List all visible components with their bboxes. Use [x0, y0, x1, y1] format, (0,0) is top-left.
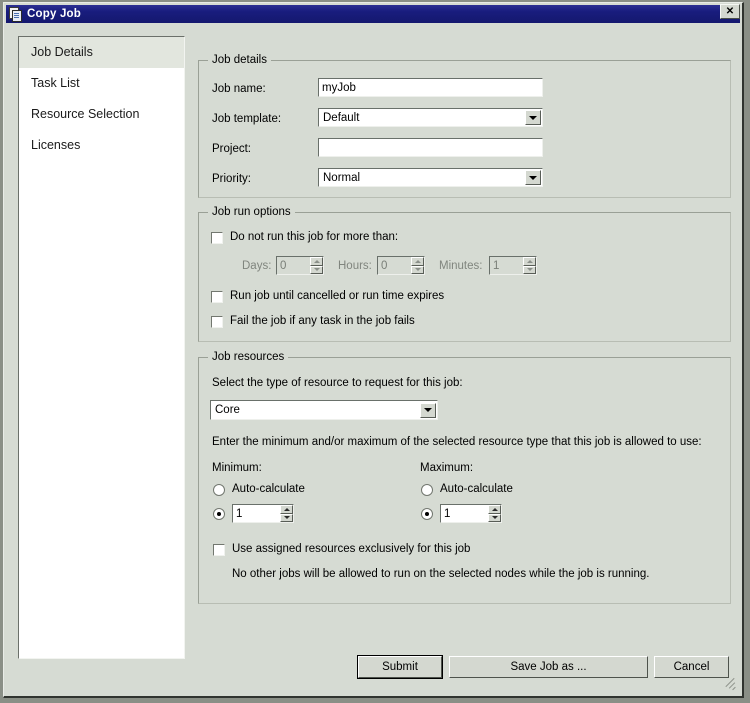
days-value: 0 — [280, 259, 287, 272]
save-job-as-button[interactable]: Save Job as ... — [449, 656, 648, 678]
sidebar-item-resource-selection[interactable]: Resource Selection — [19, 99, 184, 130]
days-label: Days: — [242, 260, 272, 272]
copy-document-icon — [9, 7, 23, 22]
minutes-label: Minutes: — [439, 260, 483, 272]
do-not-run-checkbox[interactable] — [211, 232, 223, 244]
cancel-button[interactable]: Cancel — [654, 656, 729, 678]
spinner-up-icon[interactable] — [411, 257, 424, 266]
hours-value: 0 — [381, 259, 388, 272]
spinner-up-icon[interactable] — [280, 505, 293, 514]
titlebar[interactable]: Copy Job — [6, 5, 740, 23]
minimum-value-radio[interactable] — [213, 508, 225, 520]
resource-type-value: Core — [215, 404, 240, 416]
maximum-spinner[interactable]: 1 — [440, 504, 502, 523]
minimum-auto-calculate-label: Auto-calculate — [232, 483, 305, 495]
job-run-options-group: Job run options Do not run this job for … — [198, 206, 731, 342]
minutes-value: 1 — [493, 259, 500, 272]
spinner-down-icon[interactable] — [310, 265, 323, 274]
priority-label: Priority: — [212, 173, 251, 185]
minimum-value: 1 — [236, 507, 243, 520]
exclusive-resources-note: No other jobs will be allowed to run on … — [232, 568, 650, 580]
minutes-spinner[interactable]: 1 — [489, 256, 537, 275]
priority-combo[interactable]: Normal — [318, 168, 543, 187]
maximum-auto-calculate-radio[interactable] — [421, 484, 433, 496]
maximum-value-radio[interactable] — [421, 508, 433, 520]
maximum-auto-calculate-label: Auto-calculate — [440, 483, 513, 495]
minimum-auto-calculate-radio[interactable] — [213, 484, 225, 496]
spinner-up-icon[interactable] — [488, 505, 501, 514]
chevron-down-icon[interactable] — [525, 110, 541, 125]
run-until-cancelled-label: Run job until cancelled or run time expi… — [230, 290, 445, 302]
select-resource-type-label: Select the type of resource to request f… — [212, 377, 463, 389]
job-template-label: Job template: — [212, 113, 282, 125]
project-label: Project: — [212, 143, 251, 155]
spinner-down-icon[interactable] — [523, 265, 536, 274]
hours-spinner-buttons[interactable] — [411, 257, 424, 274]
exclusive-resources-label: Use assigned resources exclusively for t… — [232, 543, 471, 555]
minimum-label: Minimum: — [212, 462, 262, 474]
job-run-options-legend: Job run options — [208, 206, 295, 218]
spinner-up-icon[interactable] — [523, 257, 536, 266]
resize-grip[interactable] — [724, 677, 736, 691]
job-name-label: Job name: — [212, 83, 266, 95]
window-title: Copy Job — [27, 8, 81, 20]
maximum-value: 1 — [444, 507, 451, 520]
chevron-down-icon[interactable] — [420, 402, 436, 418]
exclusive-resources-checkbox[interactable] — [213, 544, 225, 556]
submit-button[interactable]: Submit — [357, 655, 443, 679]
job-template-value: Default — [323, 111, 360, 124]
chevron-down-icon[interactable] — [525, 170, 541, 185]
minutes-spinner-buttons[interactable] — [523, 257, 536, 274]
priority-value: Normal — [323, 171, 361, 184]
sidebar-item-job-details[interactable]: Job Details — [19, 37, 184, 68]
hours-spinner[interactable]: 0 — [377, 256, 425, 275]
hours-label: Hours: — [338, 260, 372, 272]
spinner-down-icon[interactable] — [488, 513, 501, 522]
do-not-run-label: Do not run this job for more than: — [230, 231, 399, 243]
copy-job-dialog: Copy Job ✕ Job Details Task List Resourc… — [3, 2, 744, 698]
days-spinner-buttons[interactable] — [310, 257, 323, 274]
spinner-down-icon[interactable] — [411, 265, 424, 274]
fail-job-checkbox[interactable] — [211, 316, 223, 328]
enter-min-max-label: Enter the minimum and/or maximum of the … — [212, 436, 702, 448]
job-template-combo[interactable]: Default — [318, 108, 543, 127]
sidebar-item-task-list[interactable]: Task List — [19, 68, 184, 99]
job-details-legend: Job details — [208, 54, 271, 66]
close-icon[interactable]: ✕ — [720, 4, 740, 19]
dialog-client-area: Job Details Task List Resource Selection… — [6, 24, 740, 694]
spinner-up-icon[interactable] — [310, 257, 323, 266]
fail-job-label: Fail the job if any task in the job fail… — [230, 315, 415, 327]
job-resources-legend: Job resources — [208, 351, 289, 363]
maximum-spinner-buttons[interactable] — [488, 505, 501, 522]
sidebar-item-licenses[interactable]: Licenses — [19, 130, 184, 161]
job-name-input[interactable] — [318, 78, 543, 97]
minimum-spinner-buttons[interactable] — [280, 505, 293, 522]
run-until-cancelled-checkbox[interactable] — [211, 291, 223, 303]
days-spinner[interactable]: 0 — [276, 256, 324, 275]
project-input[interactable] — [318, 138, 543, 157]
navigation-sidebar[interactable]: Job Details Task List Resource Selection… — [18, 36, 185, 659]
maximum-label: Maximum: — [420, 462, 474, 474]
spinner-down-icon[interactable] — [280, 513, 293, 522]
job-resources-group: Job resources Select the type of resourc… — [198, 351, 731, 604]
minimum-spinner[interactable]: 1 — [232, 504, 294, 523]
resource-type-combo[interactable]: Core — [210, 400, 438, 420]
job-details-group: Job details Job name: Job template: Defa… — [198, 54, 731, 198]
